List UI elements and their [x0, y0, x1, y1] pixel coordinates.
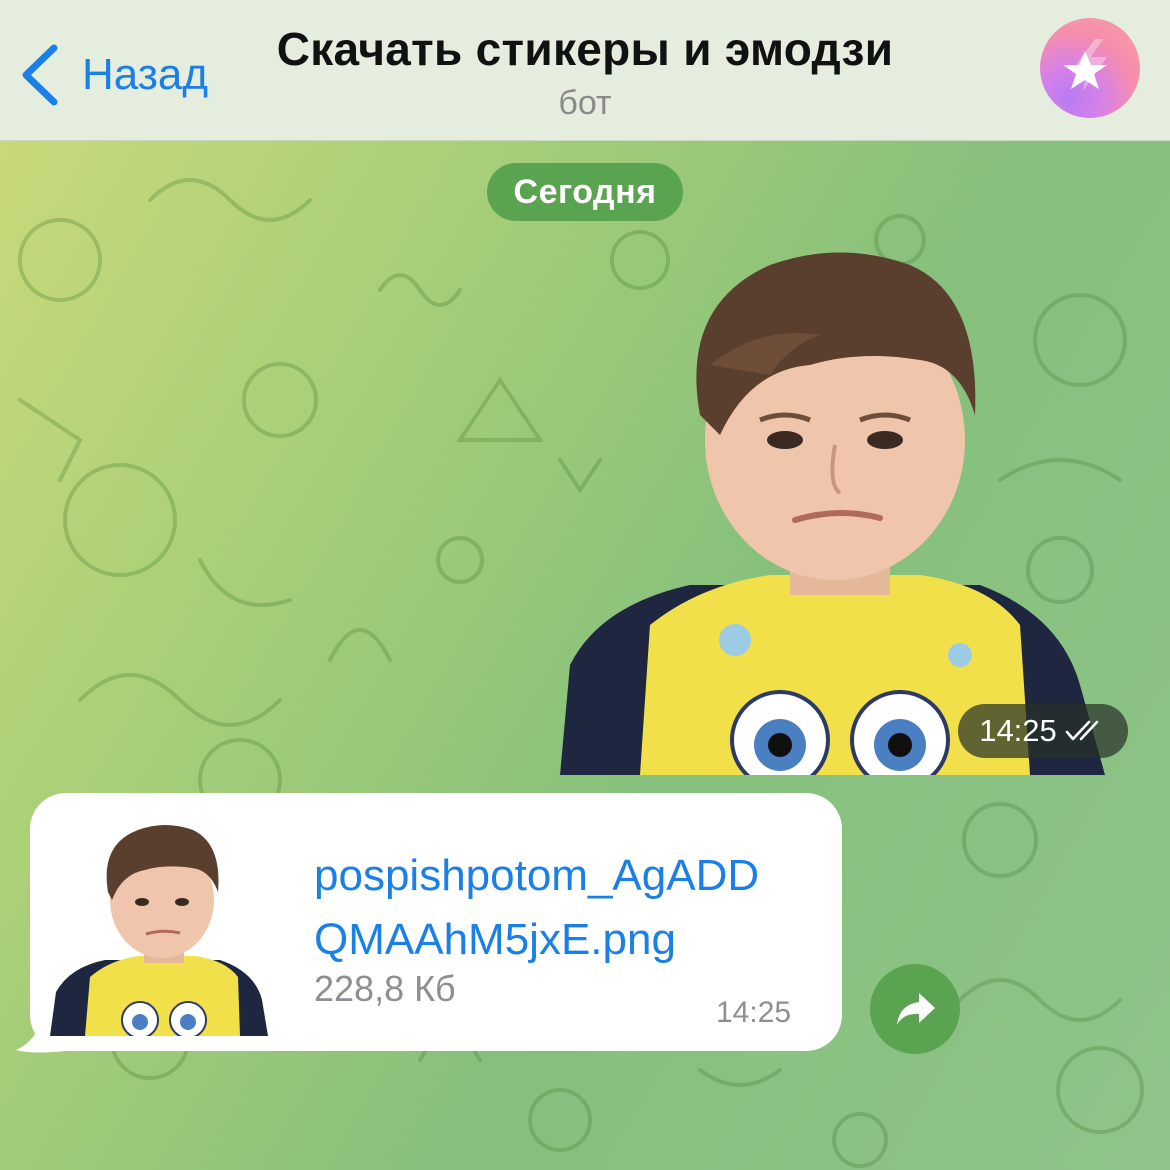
chevron-left-icon [22, 44, 58, 106]
sticker-time: 14:25 [979, 713, 1057, 748]
chat-title: Скачать стикеры и эмодзи [276, 23, 894, 75]
bot-avatar-star-icon [1063, 39, 1107, 91]
file-size: 228,8 Кб [314, 968, 456, 1009]
chat-header: Назад Скачать стикеры и эмодзи бот [0, 0, 1170, 141]
file-thumbnail[interactable] [50, 822, 270, 1036]
file-name-link[interactable]: pospishpotom_AgADD QMAAhM5jxE.png [314, 844, 814, 972]
double-check-icon [1065, 720, 1099, 741]
file-message-time: 14:25 [716, 996, 792, 1029]
file-name-line-1: pospishpotom_AgADD [314, 851, 760, 900]
bot-avatar[interactable] [1040, 18, 1140, 118]
chat-subtitle: бот [558, 84, 612, 122]
date-separator: Сегодня [487, 163, 683, 221]
back-button-label: Назад [82, 50, 209, 99]
back-button[interactable]: Назад [18, 40, 208, 110]
sticker-time-badge: 14:25 [958, 704, 1128, 758]
file-name-line-2: QMAAhM5jxE.png [314, 915, 676, 964]
chat-title-block[interactable]: Скачать стикеры и эмодзи бот [230, 22, 940, 123]
share-button[interactable] [870, 964, 960, 1054]
share-arrow-icon [897, 993, 935, 1025]
sticker-image[interactable] [560, 245, 1120, 775]
